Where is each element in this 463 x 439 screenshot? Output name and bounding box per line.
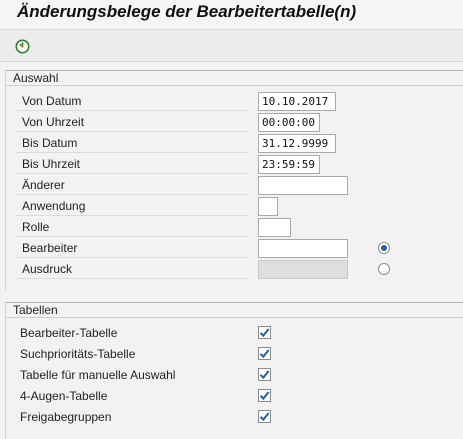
row-bis-datum: Bis Datum bbox=[6, 133, 462, 154]
bis-uhrzeit-input[interactable] bbox=[258, 155, 320, 174]
4-augen-tabelle-checkbox[interactable] bbox=[258, 389, 271, 402]
row-freigabegruppen: Freigabegruppen bbox=[6, 406, 462, 427]
row-anwendung: Anwendung bbox=[6, 196, 462, 217]
ausdruck-radio[interactable] bbox=[378, 263, 390, 275]
row-bearbeiter: Bearbeiter bbox=[6, 238, 462, 259]
checkmark-icon bbox=[259, 412, 270, 422]
bearbeiter-tabelle-label: Bearbeiter-Tabelle bbox=[20, 326, 118, 340]
checkmark-icon bbox=[259, 391, 270, 401]
row-von-datum: Von Datum bbox=[6, 91, 462, 112]
bearbeiter-input[interactable] bbox=[258, 239, 348, 258]
manuelle-auswahl-checkbox[interactable] bbox=[258, 368, 271, 381]
row-bearbeiter-tabelle: Bearbeiter-Tabelle bbox=[6, 322, 462, 343]
freigabegruppen-checkbox[interactable] bbox=[258, 410, 271, 423]
row-von-uhrzeit: Von Uhrzeit bbox=[6, 112, 462, 133]
checkmark-icon bbox=[259, 328, 270, 338]
suchprioritaets-tabelle-checkbox[interactable] bbox=[258, 347, 271, 360]
execute-icon bbox=[15, 39, 29, 53]
manuelle-auswahl-label: Tabelle für manuelle Auswahl bbox=[20, 368, 176, 382]
von-datum-input[interactable] bbox=[258, 92, 336, 111]
auswahl-group: Auswahl Von Datum Von Uhrzeit Bis Datum … bbox=[5, 70, 463, 290]
freigabegruppen-label: Freigabegruppen bbox=[20, 410, 112, 424]
page-title: Änderungsbelege der Bearbeitertabelle(n) bbox=[17, 2, 357, 21]
rolle-input[interactable] bbox=[258, 218, 291, 237]
aenderer-input[interactable] bbox=[258, 176, 348, 195]
row-manuelle-auswahl: Tabelle für manuelle Auswahl bbox=[6, 364, 462, 385]
suchprioritaets-tabelle-label: Suchprioritäts-Tabelle bbox=[20, 347, 136, 361]
bis-uhrzeit-label: Bis Uhrzeit bbox=[16, 155, 248, 174]
anwendung-input[interactable] bbox=[258, 197, 278, 216]
row-rolle: Rolle bbox=[6, 217, 462, 238]
row-aenderer: Änderer bbox=[6, 175, 462, 196]
4-augen-tabelle-label: 4-Augen-Tabelle bbox=[20, 389, 108, 403]
von-uhrzeit-input[interactable] bbox=[258, 113, 320, 132]
title-bar: Änderungsbelege der Bearbeitertabelle(n) bbox=[0, 0, 463, 30]
von-datum-label: Von Datum bbox=[16, 92, 248, 111]
ausdruck-label: Ausdruck bbox=[16, 260, 248, 279]
bis-datum-label: Bis Datum bbox=[16, 134, 248, 153]
row-bis-uhrzeit: Bis Uhrzeit bbox=[6, 154, 462, 175]
bearbeiter-radio[interactable] bbox=[378, 242, 390, 254]
auswahl-header: Auswahl bbox=[6, 71, 463, 86]
application-toolbar bbox=[0, 30, 463, 62]
bearbeiter-label: Bearbeiter bbox=[16, 239, 248, 258]
von-uhrzeit-label: Von Uhrzeit bbox=[16, 113, 248, 132]
tabellen-group: Tabellen Bearbeiter-Tabelle Suchprioritä… bbox=[5, 302, 463, 439]
tabellen-header: Tabellen bbox=[6, 303, 463, 318]
execute-button[interactable] bbox=[12, 36, 32, 56]
row-suchprioritaets-tabelle: Suchprioritäts-Tabelle bbox=[6, 343, 462, 364]
checkmark-icon bbox=[259, 370, 270, 380]
row-4-augen-tabelle: 4-Augen-Tabelle bbox=[6, 385, 462, 406]
ausdruck-input bbox=[258, 260, 348, 279]
rolle-label: Rolle bbox=[16, 218, 248, 237]
checkmark-icon bbox=[259, 349, 270, 359]
aenderer-label: Änderer bbox=[16, 176, 248, 195]
bis-datum-input[interactable] bbox=[258, 134, 336, 153]
bearbeiter-tabelle-checkbox[interactable] bbox=[258, 326, 271, 339]
row-ausdruck: Ausdruck bbox=[6, 259, 462, 280]
anwendung-label: Anwendung bbox=[16, 197, 248, 216]
